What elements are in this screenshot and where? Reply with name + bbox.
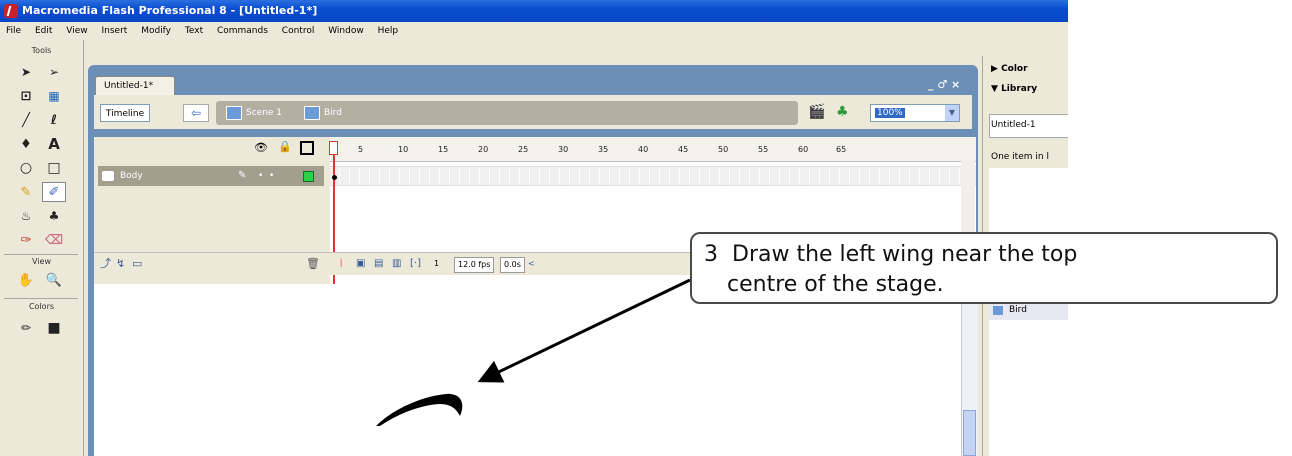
callout-text-1: Draw the left wing near the top <box>732 242 1078 267</box>
callout-arrow <box>477 278 691 383</box>
callout-text-2: centre of the stage. <box>727 272 944 297</box>
instruction-callout: 3 Draw the left wing near the top centre… <box>690 232 1278 304</box>
callout-line-1: 3 Draw the left wing near the top <box>704 240 1276 270</box>
callout-step: 3 <box>704 242 718 267</box>
